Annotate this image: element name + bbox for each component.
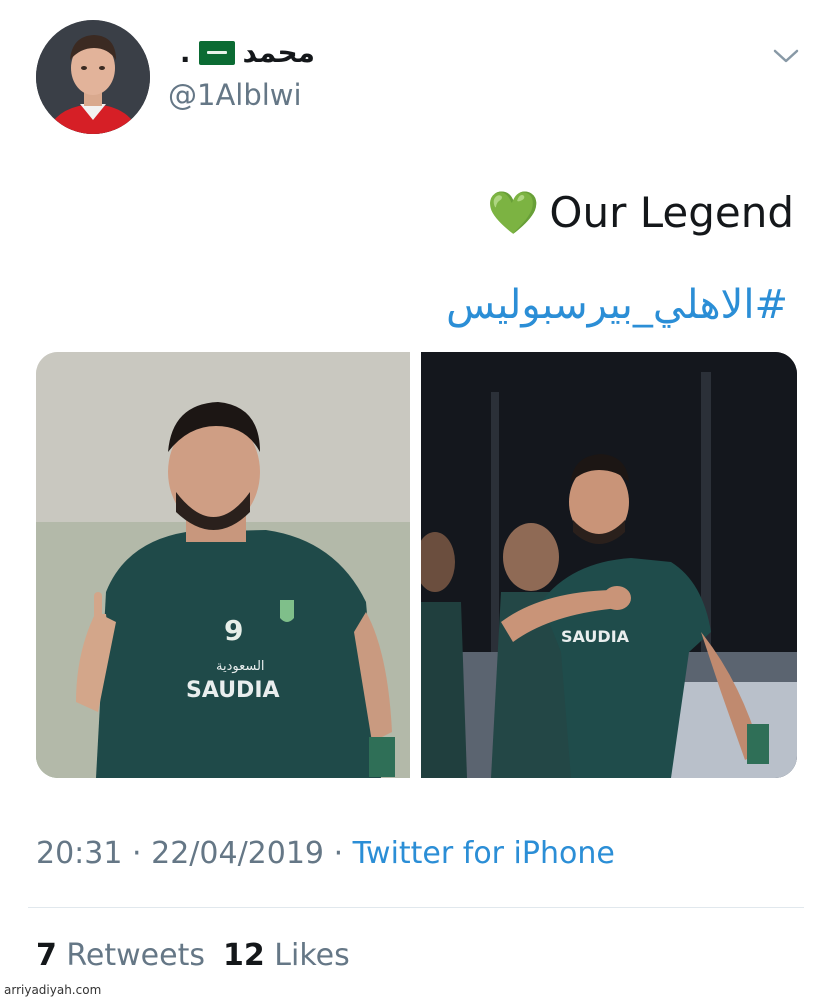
- green-heart-icon: 💚: [487, 187, 540, 237]
- tweet-text-line: Our Legend: [549, 188, 794, 237]
- svg-text:9: 9: [224, 614, 243, 647]
- photo-player-fist-pump[interactable]: SAUDIA: [421, 352, 797, 778]
- likes-label: Likes: [274, 938, 350, 973]
- avatar[interactable]: [36, 20, 150, 134]
- user-handle[interactable]: @1Alblwi: [168, 78, 302, 112]
- display-name[interactable]: محمد .: [180, 36, 315, 69]
- chevron-down-icon[interactable]: [770, 44, 802, 68]
- tweet-date[interactable]: 22/04/2019: [151, 836, 324, 871]
- tweet-text: 💚 Our Legend: [487, 188, 794, 237]
- display-name-text: محمد: [242, 36, 315, 69]
- retweets-count: 7: [36, 938, 57, 973]
- retweets-stat[interactable]: 7 Retweets: [36, 938, 205, 973]
- saudi-flag-icon: [198, 40, 235, 65]
- divider: [28, 907, 804, 908]
- photo-player-celebrating[interactable]: 9 SAUDIA السعودية: [36, 352, 410, 778]
- likes-stat[interactable]: 12 Likes: [223, 938, 350, 973]
- tweet-timestamp-line: 20:31 · 22/04/2019 · Twitter for iPhone: [36, 836, 615, 871]
- hashtag-link[interactable]: #الاهلي_بيرسبوليس: [446, 282, 788, 328]
- svg-text:SAUDIA: SAUDIA: [561, 627, 630, 646]
- watermark: arriyadiyah.com: [4, 983, 102, 997]
- svg-text:SAUDIA: SAUDIA: [186, 678, 280, 703]
- meta-separator: ·: [333, 836, 344, 871]
- svg-text:السعودية: السعودية: [216, 659, 265, 674]
- likes-count: 12: [222, 938, 265, 973]
- tweet-stats: 7 Retweets 12 Likes: [36, 938, 350, 973]
- display-name-suffix: .: [179, 36, 191, 69]
- tweet-source-link[interactable]: Twitter for iPhone: [353, 836, 615, 871]
- tweet-time[interactable]: 20:31: [36, 836, 122, 871]
- meta-separator: ·: [132, 836, 142, 871]
- retweets-label: Retweets: [66, 938, 205, 973]
